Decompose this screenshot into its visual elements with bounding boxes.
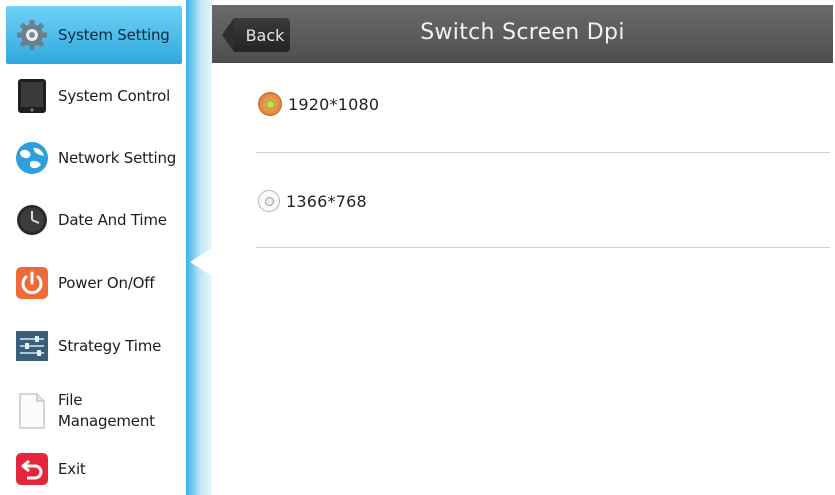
dpi-option-label: 1366*768 [286,191,367,211]
file-icon [14,393,50,429]
tablet-icon [14,78,50,114]
sidebar-item-strategy-time[interactable]: Strategy Time [6,317,182,375]
divider [256,247,830,248]
clock-icon [14,202,50,238]
radio-button-selected[interactable] [258,92,282,116]
sidebar-item-label: System Control [58,86,171,105]
divider [256,152,830,153]
dpi-option-1366x768[interactable]: 1366*768 [258,181,828,221]
sidebar-item-system-control[interactable]: System Control [6,67,182,125]
title-bar: Back Switch Screen Dpi [212,5,833,63]
sidebar: System Setting System Control Network Se… [0,0,186,495]
sidebar-item-label: File Management [58,390,155,432]
radio-dot [264,196,274,206]
exit-icon [14,451,50,487]
page-title: Switch Screen Dpi [420,20,625,45]
globe-icon [14,140,50,176]
sidebar-item-label: Power On/Off [58,273,155,292]
sidebar-item-label-line1: File [58,391,83,409]
sidebar-item-system-setting[interactable]: System Setting [6,6,182,64]
radio-button-unselected[interactable] [258,190,280,212]
sliders-icon [14,328,50,364]
gear-icon [14,17,50,53]
sidebar-item-label: System Setting [58,25,170,44]
active-section-pointer [190,248,212,276]
sidebar-item-network-setting[interactable]: Network Setting [6,129,182,187]
sidebar-item-date-and-time[interactable]: Date And Time [6,191,182,249]
sidebar-item-label-line2: Management [58,412,155,430]
sidebar-item-power-on-off[interactable]: Power On/Off [6,254,182,312]
sidebar-item-label: Network Setting [58,148,177,167]
sidebar-item-exit[interactable]: Exit [6,440,182,495]
sidebar-item-file-management[interactable]: File Management [6,379,182,443]
sidebar-item-label: Date And Time [58,210,167,229]
sidebar-item-label: Strategy Time [58,336,162,355]
dpi-option-1920x1080[interactable]: 1920*1080 [258,84,828,124]
radio-dot [265,99,275,109]
dpi-option-label: 1920*1080 [288,94,380,114]
sidebar-item-label: Exit [58,459,86,478]
power-icon [14,265,50,301]
